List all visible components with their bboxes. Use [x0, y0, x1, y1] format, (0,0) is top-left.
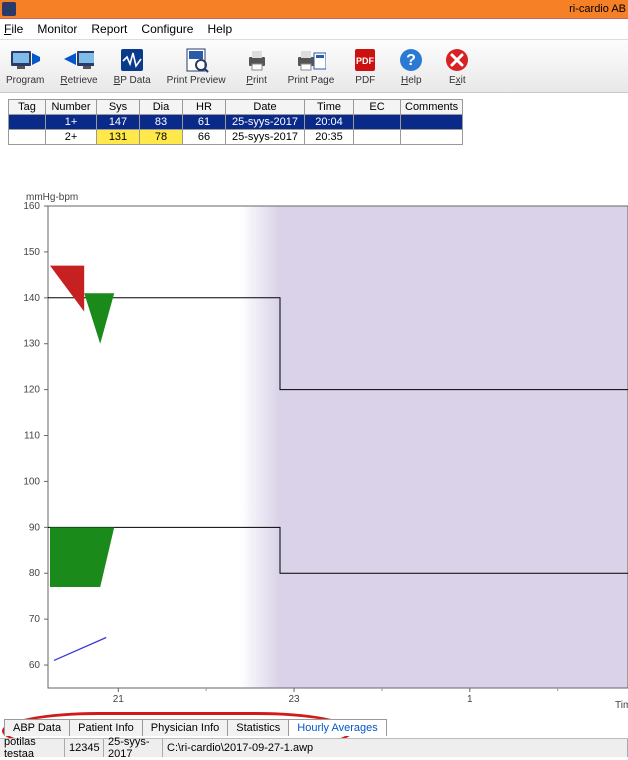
toolbar-printpage[interactable]: Print Page — [288, 46, 335, 86]
svg-text:80: 80 — [29, 568, 41, 579]
svg-text:60: 60 — [29, 660, 41, 671]
th-date[interactable]: Date — [226, 100, 305, 115]
toolbar-program-label: Program — [6, 75, 44, 86]
svg-text:130: 130 — [23, 339, 40, 350]
help-icon: ? — [396, 46, 426, 74]
status-bar: potilas testaa 12345 25-syys-2017 C:\ri-… — [0, 738, 628, 757]
menu-monitor[interactable]: Monitor — [37, 22, 77, 36]
pdf-icon: PDF — [350, 46, 380, 74]
svg-text:Time: Time — [615, 700, 628, 710]
status-date: 25-syys-2017 — [104, 739, 163, 757]
toolbar-pdf[interactable]: PDF PDF — [350, 46, 380, 86]
tab-patient-info[interactable]: Patient Info — [69, 719, 143, 736]
svg-text:70: 70 — [29, 614, 41, 625]
app-icon — [2, 2, 16, 16]
toolbar-help[interactable]: ? Help — [396, 46, 426, 86]
menu-file[interactable]: File — [4, 22, 23, 36]
svg-text:1: 1 — [467, 694, 473, 705]
tab-physician-info[interactable]: Physician Info — [142, 719, 228, 736]
tab-hourly-averages[interactable]: Hourly Averages — [288, 719, 387, 736]
monitor-arrow-icon — [10, 46, 40, 74]
view-tabs: ABP Data Patient Info Physician Info Sta… — [4, 719, 386, 736]
toolbar-pdf-label: PDF — [355, 75, 375, 86]
exit-icon — [442, 46, 472, 74]
menu-configure[interactable]: Configure — [141, 22, 193, 36]
toolbar-print[interactable]: Print — [242, 46, 272, 86]
table-header-row: Tag Number Sys Dia HR Date Time EC Comme… — [9, 100, 463, 115]
status-path: C:\ri-cardio\2017-09-27-1.awp — [163, 739, 628, 757]
toolbar-exit[interactable]: Exit — [442, 46, 472, 86]
data-table-area: Tag Number Sys Dia HR Date Time EC Comme… — [0, 93, 628, 147]
svg-text:110: 110 — [24, 431, 40, 442]
svg-text:160: 160 — [23, 201, 40, 212]
toolbar-retrieve-label: Retrieve — [60, 75, 97, 86]
svg-text:150: 150 — [23, 247, 40, 258]
th-hr[interactable]: HR — [183, 100, 226, 115]
menu-help[interactable]: Help — [207, 22, 232, 36]
menu-report[interactable]: Report — [91, 22, 127, 36]
toolbar-printpage-label: Print Page — [288, 75, 335, 86]
svg-text:PDF: PDF — [356, 56, 375, 66]
tab-abp-data[interactable]: ABP Data — [4, 719, 70, 736]
toolbar-bpdata-label: BP Data — [114, 75, 151, 86]
th-time[interactable]: Time — [305, 100, 354, 115]
titlebar: ri-cardio AB — [0, 0, 628, 19]
th-comments[interactable]: Comments — [401, 100, 463, 115]
svg-text:21: 21 — [113, 694, 125, 705]
svg-text:23: 23 — [288, 694, 300, 705]
toolbar: Program Retrieve BP Data Print Preview P… — [0, 40, 628, 93]
th-tag[interactable]: Tag — [9, 100, 46, 115]
svg-text:120: 120 — [23, 385, 40, 396]
toolbar-retrieve[interactable]: Retrieve — [60, 46, 97, 86]
menubar: File Monitor Report Configure Help — [0, 19, 628, 40]
svg-text:100: 100 — [23, 476, 40, 487]
toolbar-preview[interactable]: Print Preview — [167, 46, 226, 86]
window-title: ri-cardio AB — [569, 3, 626, 15]
status-patient: potilas testaa — [0, 739, 65, 757]
printpage-icon — [296, 46, 326, 74]
th-dia[interactable]: Dia — [140, 100, 183, 115]
status-id: 12345 — [65, 739, 104, 757]
printer-icon — [242, 46, 272, 74]
toolbar-preview-label: Print Preview — [167, 75, 226, 86]
svg-text:140: 140 — [23, 293, 40, 304]
th-number[interactable]: Number — [46, 100, 97, 115]
table-row[interactable]: 2+ 131 78 66 25-syys-2017 20:35 — [9, 130, 463, 145]
svg-text:?: ? — [406, 52, 416, 69]
bpdata-icon — [117, 46, 147, 74]
table-row[interactable]: 1+ 147 83 61 25-syys-2017 20:04 — [9, 115, 463, 130]
toolbar-print-label: Print — [246, 75, 267, 86]
th-ec[interactable]: EC — [354, 100, 401, 115]
toolbar-program[interactable]: Program — [6, 46, 44, 86]
toolbar-help-label: Help — [401, 75, 422, 86]
toolbar-bpdata[interactable]: BP Data — [114, 46, 151, 86]
chart-svg: 60 70 80 90 100 110 120 130 140 150 160 21 23 1 Time — [0, 200, 628, 710]
th-sys[interactable]: Sys — [97, 100, 140, 115]
svg-text:90: 90 — [29, 522, 41, 533]
toolbar-exit-label: Exit — [449, 75, 466, 86]
preview-icon — [181, 46, 211, 74]
chart: 60 70 80 90 100 110 120 130 140 150 160 21 23 1 Time — [0, 200, 628, 710]
retrieve-icon — [64, 46, 94, 74]
bp-table[interactable]: Tag Number Sys Dia HR Date Time EC Comme… — [8, 99, 463, 145]
tab-statistics[interactable]: Statistics — [227, 719, 289, 736]
